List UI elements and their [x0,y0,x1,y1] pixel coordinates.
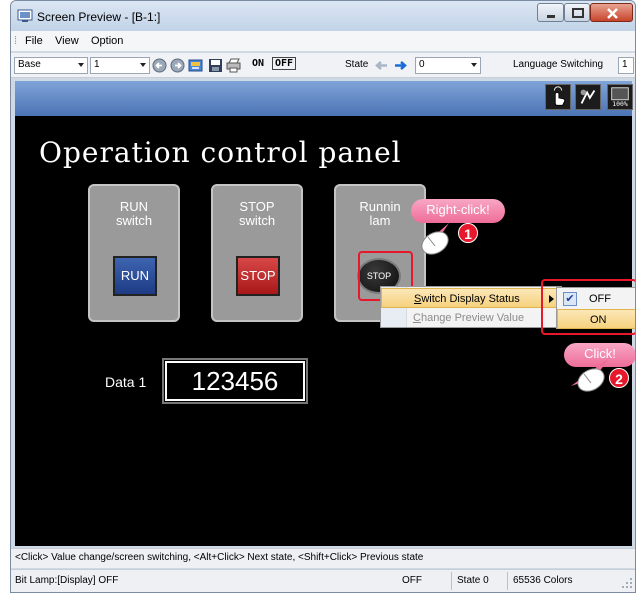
app-icon [17,9,33,22]
change-preview-rest: hange Preview Value [420,312,525,324]
stop-switch-card: STOP switch STOP [211,184,303,322]
stop-card-label-1: STOP [239,199,275,214]
menu-bar: ⁞ File View Option [11,31,635,52]
state-next-icon[interactable] [393,58,409,73]
state-select[interactable]: 0 [415,57,481,74]
switch-display-rest: witch Display Status [421,293,520,305]
off-button[interactable]: OFF [272,57,297,70]
menu-option[interactable]: Option [91,35,123,47]
colors-status: 65536 Colors [513,575,573,586]
state-prev-icon[interactable] [373,58,389,73]
hint-text: <Click> Value change/screen switching, <… [15,552,424,563]
menu-view[interactable]: View [55,35,79,47]
status-bar: Bit Lamp:[Display] OFF OFF State 0 65536… [11,569,635,592]
context-menu: Switch Display Status Change Preview Val… [380,286,562,328]
menu-grip: ⁞ [14,35,18,47]
stop-switch-button[interactable]: STOP [236,256,280,296]
forward-icon[interactable] [170,58,185,73]
state-select-value: 0 [419,59,425,70]
print-icon[interactable] [226,58,241,73]
touch-icon[interactable] [545,84,571,110]
base-select-value: Base [18,59,41,70]
mouse-icon [571,358,609,392]
data-1-display[interactable]: 123456 [162,358,308,404]
on-button[interactable]: ON [252,58,264,69]
data-1-label: Data 1 [105,374,147,390]
menu-item-change-preview-value[interactable]: Change Preview Value [381,308,561,328]
run-switch-card: RUN switch RUN [88,184,180,322]
toolbar: Base 1 ON OFF State 0 Language Switching… [11,53,635,78]
submenu-highlight-box [541,279,635,335]
zoom-100-icon[interactable]: 100% [607,84,633,110]
state-status: State 0 [457,575,489,586]
preview-header-band: 100% [15,81,633,116]
state-label: State [345,59,369,70]
sync-icon[interactable] [575,84,601,110]
base-select[interactable]: Base [14,57,88,74]
status-separator [507,572,508,590]
maximize-button[interactable] [564,3,590,22]
save-icon[interactable] [208,58,223,73]
dropdown-arrow-icon [471,63,477,67]
preview-screen[interactable]: Operation control panel RUN switch RUN S… [15,116,632,546]
lamp-card-label-2: lam [369,213,391,228]
screen-number-value: 1 [94,59,100,70]
right-click-callout: Right-click! [411,199,505,223]
dropdown-arrow-icon [78,63,84,67]
run-card-label-2: switch [115,213,153,228]
maximize-icon [572,8,584,18]
hint-status-bar: <Click> Value change/screen switching, <… [11,548,635,568]
panel-title: Operation control panel [39,136,402,169]
close-button[interactable] [590,3,633,22]
change-preview-accel: C [413,312,421,324]
status-separator [451,572,452,590]
language-switching-label: Language Switching [513,59,604,70]
minimize-button[interactable] [537,3,564,22]
run-switch-button[interactable]: RUN [113,256,157,296]
close-icon [607,8,618,19]
language-select-value: 1 [622,59,628,70]
mouse-icon [419,223,449,255]
step-1-badge: 1 [458,223,478,243]
language-select[interactable]: 1 [618,57,634,74]
screen-preview-window: Screen Preview - [B-1:] ⁞ File View Opti… [10,0,636,593]
stop-card-label-2: switch [238,213,276,228]
value-status: OFF [402,575,422,586]
screen-number-select[interactable]: 1 [90,57,150,74]
svg-text:100%: 100% [612,100,628,108]
dropdown-arrow-icon [140,63,146,67]
back-icon[interactable] [152,58,167,73]
resize-grip-icon[interactable] [621,577,633,589]
step-2-badge: 2 [609,368,629,388]
bit-lamp-status: Bit Lamp:[Display] OFF [15,575,119,586]
run-card-label-1: RUN [119,199,149,214]
window-title: Screen Preview - [B-1:] [37,10,161,24]
title-bar[interactable]: Screen Preview - [B-1:] [11,1,635,31]
open-icon[interactable] [188,58,203,73]
minimize-icon [547,15,555,18]
menu-file[interactable]: File [25,35,43,47]
menu-item-switch-display-status[interactable]: Switch Display Status [381,288,561,308]
